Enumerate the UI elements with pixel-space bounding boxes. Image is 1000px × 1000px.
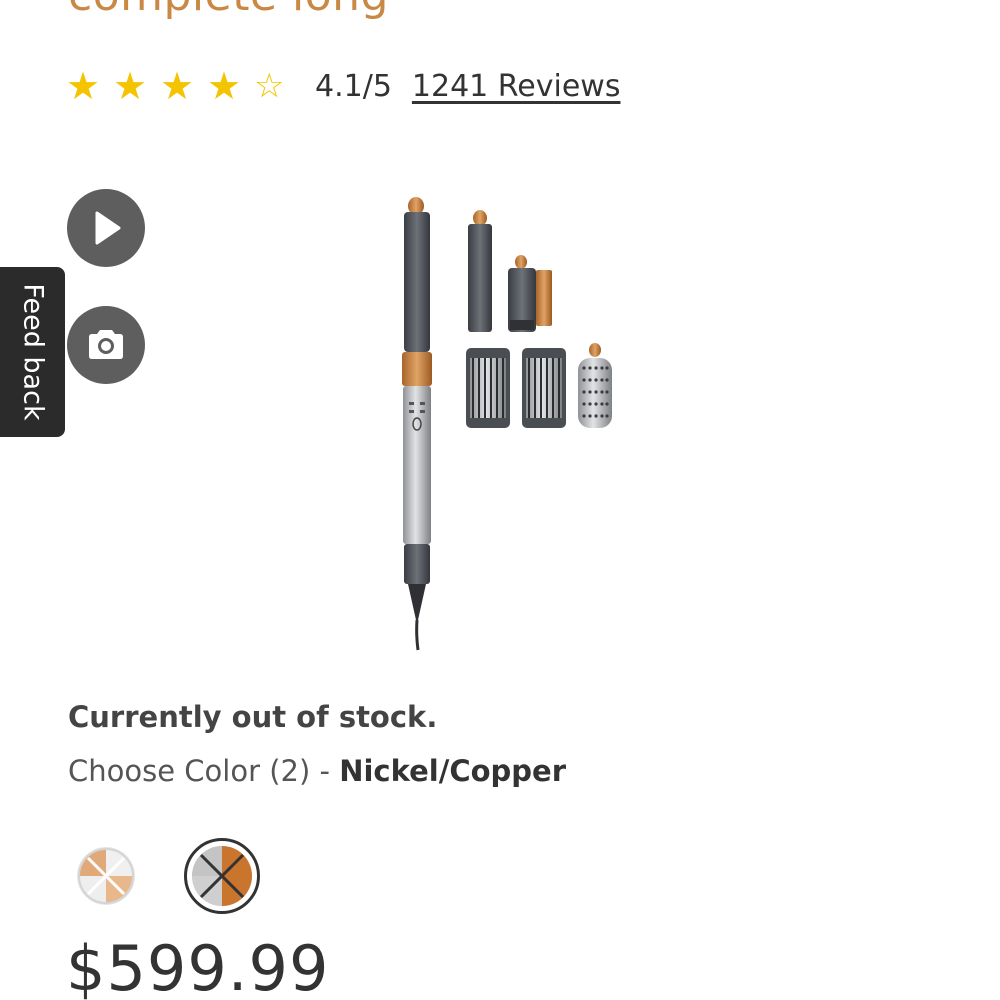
play-icon bbox=[95, 211, 121, 245]
color-swatch-selected[interactable] bbox=[184, 838, 260, 914]
rating-score: 4.1/5 bbox=[315, 68, 392, 104]
product-image bbox=[360, 190, 660, 660]
star-icon: ★ bbox=[113, 64, 148, 108]
product-price: $599.99 bbox=[66, 932, 330, 1000]
product-title: complete long bbox=[68, 0, 389, 21]
stock-status: Currently out of stock. bbox=[68, 700, 438, 734]
feedback-label: Feed back bbox=[17, 283, 48, 421]
feedback-tab[interactable]: Feed back bbox=[0, 267, 65, 437]
camera-button[interactable] bbox=[67, 306, 145, 384]
color-swatch-option[interactable] bbox=[76, 846, 136, 906]
rating-row: ★ ★ ★ ★ ☆ 4.1/5 1241 Reviews bbox=[66, 64, 620, 108]
camera-icon bbox=[89, 330, 123, 359]
selected-color-name: Nickel/Copper bbox=[339, 754, 567, 788]
star-icon: ★ bbox=[207, 64, 242, 108]
star-icon: ★ bbox=[160, 64, 195, 108]
color-swatch-icon bbox=[192, 846, 252, 906]
color-swatch-icon bbox=[77, 847, 135, 905]
reviews-link[interactable]: 1241 Reviews bbox=[412, 69, 621, 104]
choose-color-label: Choose Color (2) - bbox=[68, 754, 340, 788]
play-video-button[interactable] bbox=[67, 189, 145, 267]
color-selection-label: Choose Color (2) - Nickel/Copper bbox=[68, 754, 566, 788]
star-icon: ★ bbox=[66, 64, 101, 108]
star-empty-icon: ☆ bbox=[254, 66, 285, 106]
